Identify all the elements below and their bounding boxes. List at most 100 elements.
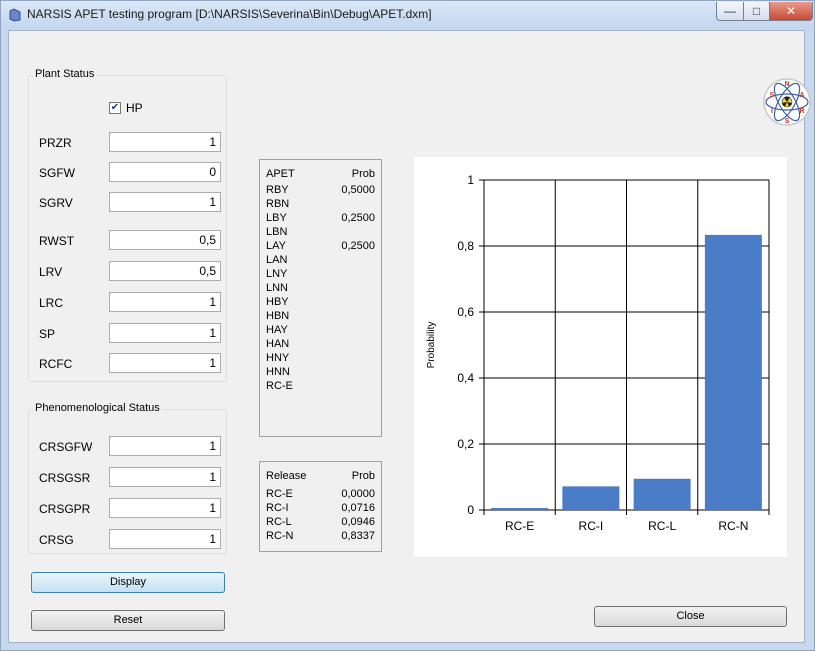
table-row: HAN [260, 338, 381, 350]
release-column-header: Release [266, 470, 307, 482]
display-button[interactable]: Display [31, 572, 225, 593]
crsgpr-label: CRSGPR [39, 502, 91, 516]
title-bar[interactable]: NARSIS APET testing program [D:\NARSIS\S… [1, 1, 814, 29]
table-row: RC-I 0,0716 [260, 502, 381, 514]
table-row: RBY 0,5000 [260, 184, 381, 196]
prob-column-header: Prob [351, 470, 375, 482]
row-name: RC-L [266, 516, 292, 528]
row-name: HAY [266, 324, 288, 336]
apet-table[interactable]: APET Prob RBY 0,5000 RBN LBY 0,2500 LBN LA… [259, 159, 382, 437]
lrc-label: LRC [39, 296, 64, 310]
bar-chart: 0 0,2 0,4 0,6 0,8 1 RC-E RC-I RC-L RC-N Probabilit… [426, 173, 770, 533]
plant-status-label: Plant Status [33, 68, 97, 80]
maximize-icon: □ [752, 4, 761, 18]
app-icon [9, 8, 21, 22]
table-row: LAN [260, 254, 381, 266]
hp-label: HP [126, 101, 143, 115]
minimize-button[interactable]: — [716, 2, 744, 21]
rwst-input[interactable]: 0,5 [109, 230, 221, 250]
y-axis-label: Probability [426, 322, 437, 369]
row-name: LNY [266, 268, 288, 280]
y-tick-label: 1 [467, 173, 474, 187]
row-name: RC-E [266, 380, 293, 392]
table-row: RC-L 0,0946 [260, 516, 381, 528]
lrv-label: LRV [39, 265, 63, 279]
checkmark-icon: ✔ [110, 102, 120, 113]
row-value: 0,2500 [341, 240, 375, 252]
crsg-input[interactable]: 1 [109, 529, 221, 549]
bar-rc-l [633, 478, 691, 510]
row-name: LNN [266, 282, 289, 294]
table-row: LAY 0,2500 [260, 240, 381, 252]
table-row: RBN [260, 198, 381, 210]
row-name: LAY [266, 240, 286, 252]
rcfc-input[interactable]: 1 [109, 353, 221, 373]
x-tick-label: RC-I [579, 519, 604, 533]
bar-rc-i [562, 486, 620, 510]
crsgsr-input[interactable]: 1 [109, 467, 221, 487]
row-name: LBN [266, 226, 288, 238]
table-row: HBN [260, 310, 381, 322]
x-tick-label: RC-E [505, 519, 534, 533]
sgrv-input[interactable]: 1 [109, 192, 221, 212]
sgrv-label: SGRV [39, 196, 73, 210]
row-value: 0,0946 [341, 516, 375, 528]
table-header: Release Prob [260, 470, 381, 482]
row-name: HBN [266, 310, 290, 322]
row-name: LAN [266, 254, 288, 266]
x-tick-label: RC-L [648, 519, 676, 533]
crsgpr-input[interactable]: 1 [109, 498, 221, 518]
probability-chart: 0 0,2 0,4 0,6 0,8 1 RC-E RC-I RC-L RC-N Probabilit… [414, 157, 787, 557]
table-header: APET Prob [260, 168, 381, 180]
przr-label: PRZR [39, 136, 72, 150]
phenomenological-status-group: Phenomenological Status CRSGFW 1 CRSGSR … [28, 402, 227, 554]
table-row: HNY [260, 352, 381, 364]
y-tick-label: 0,8 [457, 239, 474, 253]
svg-text:S: S [785, 118, 790, 125]
hp-checkbox[interactable]: ✔ [109, 102, 121, 114]
crsg-label: CRSG [39, 533, 74, 547]
client-area: Plant Status ✔ HP PRZR 1 SGFW 0 SGRV 1 R… [8, 30, 811, 643]
sgfw-label: SGFW [39, 166, 75, 180]
window-title: NARSIS APET testing program [D:\NARSIS\S… [27, 7, 432, 21]
sp-input[interactable]: 1 [109, 323, 221, 343]
minimize-icon: — [724, 4, 736, 18]
crsgsr-label: CRSGSR [39, 471, 91, 485]
phenomenological-status-label: Phenomenological Status [33, 402, 162, 414]
bar-rc-n [704, 234, 762, 510]
table-row: LNY [260, 268, 381, 280]
rcfc-label: RCFC [39, 357, 73, 371]
row-name: RBY [266, 184, 289, 196]
svg-text:R: R [799, 108, 804, 115]
row-value: 0,5000 [341, 184, 375, 196]
close-window-button[interactable]: ✕ [769, 2, 813, 21]
sp-label: SP [39, 327, 56, 341]
y-tick-label: 0 [467, 503, 474, 517]
sgfw-input[interactable]: 0 [109, 162, 221, 182]
maximize-button[interactable]: □ [743, 2, 770, 21]
table-row: RC-E [260, 380, 381, 392]
row-value: 0,2500 [341, 212, 375, 224]
prob-column-header: Prob [351, 168, 375, 180]
release-table[interactable]: Release Prob RC-E 0,0000 RC-I 0,0716 RC-L 0… [259, 461, 382, 552]
table-row: LBN [260, 226, 381, 238]
row-name: HAN [266, 338, 290, 350]
close-button[interactable]: Close [594, 606, 787, 627]
row-name: HNN [266, 366, 290, 378]
y-tick-label: 0,4 [457, 371, 474, 385]
row-name: HNY [266, 352, 290, 364]
table-row: HBY [260, 296, 381, 308]
lrv-input[interactable]: 0,5 [109, 261, 221, 281]
table-row: RC-E 0,0000 [260, 488, 381, 500]
reset-button[interactable]: Reset [31, 610, 225, 631]
przr-input[interactable]: 1 [109, 132, 221, 152]
lrc-input[interactable]: 1 [109, 292, 221, 312]
row-value: 0,0000 [341, 488, 375, 500]
table-row: HAY [260, 324, 381, 336]
crsgfw-input[interactable]: 1 [109, 436, 221, 456]
table-row: LNN [260, 282, 381, 294]
svg-text:A: A [799, 92, 804, 99]
y-tick-label: 0,6 [457, 305, 474, 319]
row-name: RC-E [266, 488, 293, 500]
table-row: RC-N 0,8337 [260, 530, 381, 542]
